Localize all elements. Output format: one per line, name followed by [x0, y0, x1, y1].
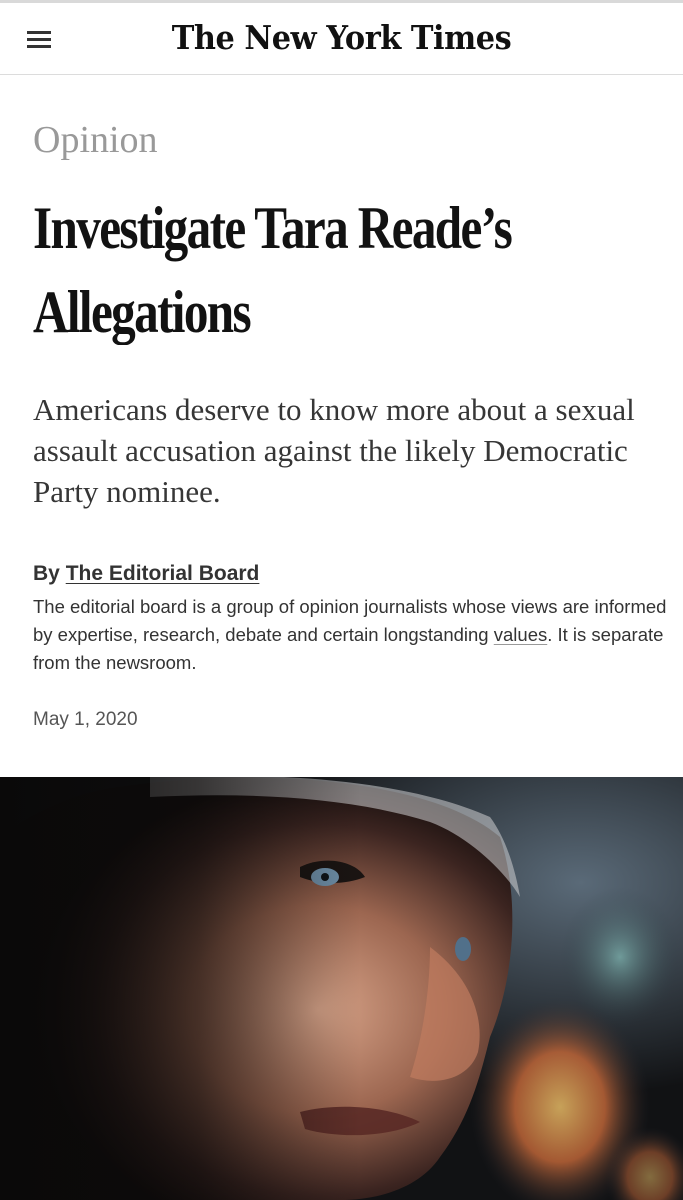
- article-headline: Investigate Tara Reade’s Allegations: [33, 195, 513, 345]
- article-lead-photo: [0, 777, 683, 1200]
- article-summary: Americans deserve to know more about a s…: [33, 392, 635, 509]
- nyt-logo[interactable]: The New York Times: [27, 16, 655, 60]
- section-label-opinion[interactable]: Opinion: [33, 114, 158, 166]
- values-link[interactable]: values: [494, 624, 547, 645]
- byline: By The Editorial Board: [33, 560, 259, 588]
- publish-date: May 1, 2020: [33, 709, 138, 730]
- author-bio: The editorial board is a group of opinio…: [33, 593, 673, 677]
- site-header: The New York Times: [0, 3, 683, 75]
- author-link[interactable]: The Editorial Board: [66, 562, 260, 585]
- byline-prefix: By: [33, 562, 60, 585]
- photo-portrait-image: [0, 777, 683, 1200]
